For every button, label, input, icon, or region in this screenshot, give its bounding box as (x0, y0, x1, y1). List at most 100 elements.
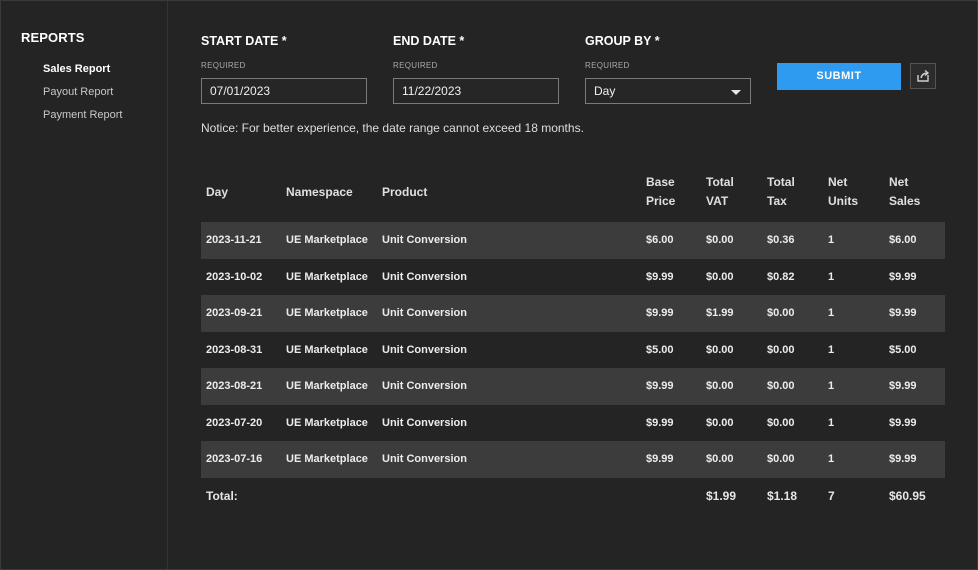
cell-net-units: 1 (828, 234, 835, 246)
cell-total-tax: $0.00 (767, 380, 795, 392)
header-total-tax: Total Tax (767, 175, 795, 208)
cell-base-price: $6.00 (646, 234, 674, 246)
end-date-input[interactable]: 11/22/2023 (393, 78, 559, 104)
end-date-required: REQUIRED (393, 61, 438, 70)
table-row: 2023-08-21 UE Marketplace Unit Conversion $… (201, 368, 945, 405)
cell-namespace: UE Marketplace (286, 234, 368, 246)
cell-net-units: 1 (828, 416, 835, 429)
header-net-sales: Net Sales (889, 175, 921, 208)
total-net-sales: $60.95 (889, 488, 926, 503)
sidebar-title: REPORTS (21, 30, 85, 45)
cell-net-units: 1 (828, 380, 835, 392)
cell-namespace: UE Marketplace (286, 380, 368, 392)
cell-namespace: UE Marketplace (286, 453, 368, 465)
cell-product: Unit Conversion (382, 343, 467, 356)
table-row: 2023-09-21 UE Marketplace Unit Conversion $… (201, 295, 945, 332)
cell-net-sales: $9.99 (889, 307, 917, 319)
sidebar-item-sales-report[interactable]: Sales Report (43, 63, 110, 75)
sidebar-item-payment-report[interactable]: Payment Report (43, 109, 122, 121)
cell-total-vat: $0.00 (706, 380, 734, 392)
cell-total-tax: $0.00 (767, 453, 795, 465)
sales-table: Day Namespace Product Base Price Total VAT… (201, 166, 945, 514)
cell-base-price: $9.99 (646, 453, 674, 465)
cell-day: 2023-07-20 (206, 416, 263, 429)
cell-base-price: $9.99 (646, 307, 674, 319)
group-by-required: REQUIRED (585, 61, 630, 70)
cell-total-tax: $0.00 (767, 416, 795, 429)
header-day: Day (206, 185, 229, 199)
group-by-label: GROUP BY * (585, 34, 660, 48)
cell-net-sales: $9.99 (889, 416, 917, 429)
share-export-icon (917, 69, 930, 82)
cell-day: 2023-11-21 (206, 234, 262, 246)
header-net-units: Net Units (828, 175, 858, 208)
table-row: 2023-10-02 UE Marketplace Unit Conversion $… (201, 259, 945, 296)
sidebar: REPORTS Sales Report Payout Report Payme… (1, 1, 168, 569)
cell-day: 2023-07-16 (206, 453, 263, 465)
cell-total-vat: $0.00 (706, 416, 734, 429)
cell-base-price: $9.99 (646, 416, 674, 429)
cell-day: 2023-08-31 (206, 343, 263, 356)
table-body: 2023-11-21 UE Marketplace Unit Conversion $… (201, 222, 945, 478)
cell-net-sales: $5.00 (889, 343, 917, 356)
total-label: Total: (206, 488, 238, 503)
table-row: 2023-07-16 UE Marketplace Unit Conversion $… (201, 441, 945, 478)
cell-total-tax: $0.00 (767, 307, 795, 319)
cell-total-vat: $0.00 (706, 234, 734, 246)
cell-product: Unit Conversion (382, 453, 467, 465)
submit-button[interactable]: SUBMIT (777, 63, 901, 90)
cell-total-vat: $0.00 (706, 453, 734, 465)
group-by-select[interactable]: Day (585, 78, 751, 104)
sidebar-item-payout-report[interactable]: Payout Report (43, 86, 113, 98)
cell-total-tax: $0.82 (767, 270, 795, 283)
header-total-vat: Total VAT (706, 175, 734, 208)
cell-day: 2023-08-21 (206, 380, 263, 392)
cell-total-tax: $0.36 (767, 234, 795, 246)
start-date-required: REQUIRED (201, 61, 246, 70)
cell-product: Unit Conversion (382, 380, 467, 392)
table-header: Day Namespace Product Base Price Total VAT… (201, 166, 945, 222)
cell-total-tax: $0.00 (767, 343, 795, 356)
main-content: START DATE * REQUIRED 07/01/2023 END DAT… (168, 1, 977, 569)
cell-namespace: UE Marketplace (286, 343, 368, 356)
cell-day: 2023-10-02 (206, 270, 263, 283)
cell-net-sales: $9.99 (889, 380, 917, 392)
cell-net-sales: $9.99 (889, 270, 917, 283)
cell-net-units: 1 (828, 270, 835, 283)
cell-net-sales: $9.99 (889, 453, 917, 465)
cell-net-sales: $6.00 (889, 234, 917, 246)
chevron-down-icon (731, 90, 741, 95)
start-date-input[interactable]: 07/01/2023 (201, 78, 367, 104)
table-row: 2023-08-31 UE Marketplace Unit Conversion $… (201, 332, 945, 369)
cell-namespace: UE Marketplace (286, 307, 368, 319)
cell-base-price: $9.99 (646, 270, 674, 283)
cell-base-price: $5.00 (646, 343, 674, 356)
end-date-label: END DATE * (393, 34, 465, 48)
header-namespace: Namespace (286, 185, 353, 199)
group-by-value: Day (594, 84, 616, 98)
total-vat: $1.99 (706, 488, 737, 503)
date-range-notice: Notice: For better experience, the date … (201, 121, 584, 135)
cell-namespace: UE Marketplace (286, 416, 368, 429)
cell-total-vat: $0.00 (706, 270, 734, 283)
start-date-label: START DATE * (201, 34, 287, 48)
cell-namespace: UE Marketplace (286, 270, 368, 283)
cell-product: Unit Conversion (382, 270, 467, 283)
cell-product: Unit Conversion (382, 307, 467, 319)
cell-product: Unit Conversion (382, 416, 467, 429)
cell-total-vat: $1.99 (706, 307, 734, 319)
cell-total-vat: $0.00 (706, 343, 734, 356)
app-window: REPORTS Sales Report Payout Report Payme… (0, 0, 978, 570)
header-product: Product (382, 185, 428, 199)
table-row: 2023-11-21 UE Marketplace Unit Conversion $… (201, 222, 945, 259)
cell-product: Unit Conversion (382, 234, 467, 246)
cell-day: 2023-09-21 (206, 307, 263, 319)
header-base-price: Base Price (646, 175, 676, 208)
cell-net-units: 1 (828, 453, 835, 465)
table-row: 2023-07-20 UE Marketplace Unit Conversion $… (201, 405, 945, 442)
table-total-row: Total: $1.99 $1.18 7 $60.95 (201, 478, 945, 514)
export-button[interactable] (910, 63, 936, 89)
cell-net-units: 1 (828, 307, 835, 319)
total-tax: $1.18 (767, 488, 798, 503)
cell-net-units: 1 (828, 343, 835, 356)
